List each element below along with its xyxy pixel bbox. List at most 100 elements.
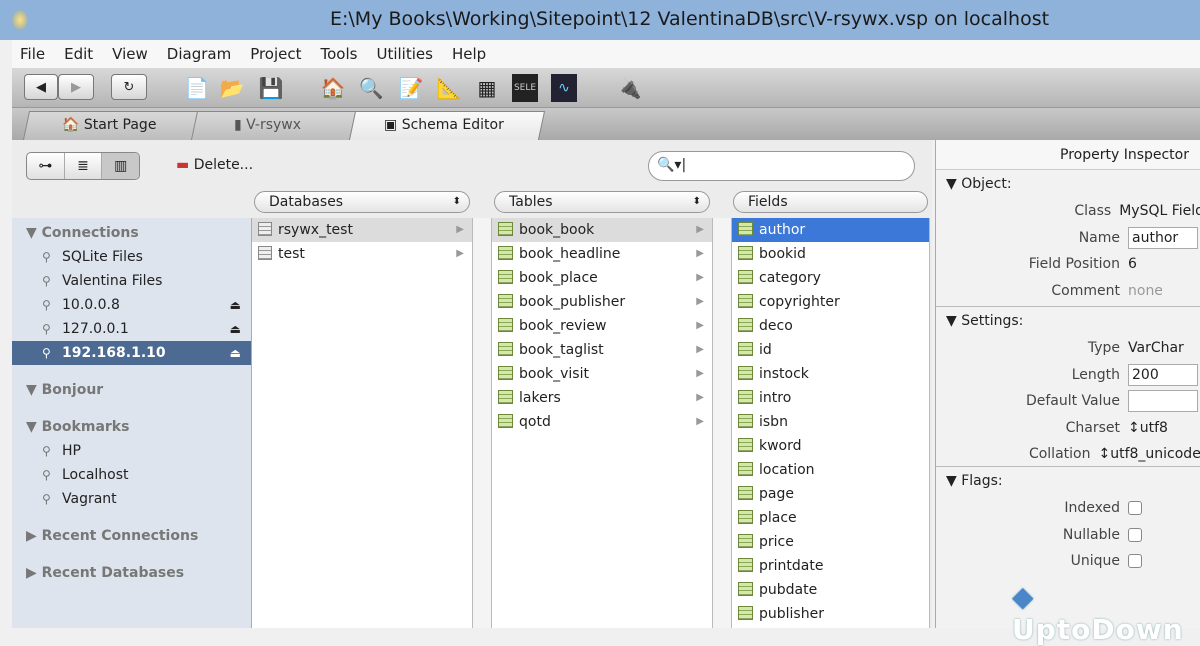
fields-item[interactable]: printdate bbox=[732, 554, 929, 578]
section-label: Settings: bbox=[961, 313, 1023, 329]
type-value[interactable]: VarChar bbox=[1128, 340, 1184, 356]
forward-button[interactable]: ▶ bbox=[58, 74, 94, 100]
menu-utilities[interactable]: Utilities bbox=[376, 45, 432, 63]
object-section-header[interactable]: ▼ Object: bbox=[936, 170, 1200, 198]
fields-item[interactable]: location bbox=[732, 458, 929, 482]
section-recent-connections[interactable]: ▶ Recent Connections bbox=[12, 524, 251, 548]
column-divider[interactable] bbox=[713, 218, 732, 628]
table-grid-icon[interactable]: ▦ bbox=[474, 74, 500, 102]
menu-diagram[interactable]: Diagram bbox=[167, 45, 231, 63]
refresh-button[interactable]: ↻ bbox=[111, 74, 147, 100]
ruler-icon[interactable]: 📐 bbox=[436, 74, 462, 102]
tables-item[interactable]: book_review▶ bbox=[492, 314, 712, 338]
tables-item[interactable]: book_book▶ bbox=[492, 218, 712, 242]
settings-section-header[interactable]: ▼ Settings: bbox=[936, 307, 1200, 335]
search-input[interactable]: 🔍▾| bbox=[648, 151, 915, 181]
name-field[interactable]: author bbox=[1128, 227, 1198, 249]
class-value: MySQL Field bbox=[1119, 203, 1200, 219]
databases-item[interactable]: test▶ bbox=[252, 242, 472, 266]
back-button[interactable]: ◀ bbox=[24, 74, 58, 100]
menu-tools[interactable]: Tools bbox=[321, 45, 358, 63]
connect-plug-icon[interactable]: 🔌 bbox=[616, 74, 642, 102]
fields-item[interactable]: price bbox=[732, 530, 929, 554]
tables-item[interactable]: book_headline▶ bbox=[492, 242, 712, 266]
fields-item[interactable]: pubdate bbox=[732, 578, 929, 602]
fields-item[interactable]: copyrighter bbox=[732, 290, 929, 314]
fields-item[interactable]: bookid bbox=[732, 242, 929, 266]
home-icon[interactable]: 🏠 bbox=[320, 74, 346, 102]
fields-item[interactable]: page bbox=[732, 482, 929, 506]
item-label: publisher bbox=[759, 606, 824, 622]
new-file-icon[interactable]: 📄 bbox=[184, 74, 210, 102]
tables-selector[interactable]: Tables⬍ bbox=[494, 191, 710, 213]
unique-checkbox[interactable] bbox=[1128, 554, 1142, 568]
monitor-icon[interactable]: ∿ bbox=[551, 74, 577, 102]
tree-view-button[interactable]: ⊶ bbox=[27, 153, 65, 179]
tables-item[interactable]: qotd▶ bbox=[492, 410, 712, 434]
menu-help[interactable]: Help bbox=[452, 45, 486, 63]
delete-button[interactable]: ▬ Delete... bbox=[176, 157, 253, 173]
item-label: price bbox=[759, 534, 794, 550]
fields-item[interactable]: publisher bbox=[732, 602, 929, 626]
eject-icon[interactable]: ⏏ bbox=[230, 293, 241, 317]
tables-item[interactable]: book_place▶ bbox=[492, 266, 712, 290]
section-bookmarks[interactable]: ▼ Bookmarks bbox=[12, 415, 251, 439]
plug-icon: ⚲ bbox=[42, 317, 58, 341]
tables-item[interactable]: book_visit▶ bbox=[492, 362, 712, 386]
field-position-value: 6 bbox=[1128, 256, 1137, 272]
toolbar: ◀ ▶ ↻ 📄 📂 💾 🏠 🔍 📝 📐 ▦ SELE ∿ 🔌 bbox=[12, 68, 1200, 108]
console-icon[interactable]: SELE bbox=[512, 74, 538, 102]
item-label: intro bbox=[759, 390, 791, 406]
fields-item[interactable]: intro bbox=[732, 386, 929, 410]
bookmark-item[interactable]: ⚲Localhost bbox=[12, 463, 251, 487]
databases-item[interactable]: rsywx_test▶ bbox=[252, 218, 472, 242]
bookmark-item[interactable]: ⚲HP bbox=[12, 439, 251, 463]
fields-item[interactable]: instock bbox=[732, 362, 929, 386]
menu-view[interactable]: View bbox=[112, 45, 148, 63]
section-bonjour[interactable]: ▼ Bonjour bbox=[12, 378, 251, 402]
fields-item[interactable]: deco bbox=[732, 314, 929, 338]
fields-item[interactable]: kword bbox=[732, 434, 929, 458]
indexed-checkbox[interactable] bbox=[1128, 501, 1142, 515]
menu-file[interactable]: File bbox=[20, 45, 45, 63]
bookmark-item[interactable]: ⚲Vagrant bbox=[12, 487, 251, 511]
sql-editor-icon[interactable]: 📝 bbox=[398, 74, 424, 102]
comment-value[interactable]: none bbox=[1128, 283, 1163, 299]
item-label: Localhost bbox=[62, 467, 129, 483]
flags-section-header[interactable]: ▼ Flags: bbox=[936, 467, 1200, 495]
fields-item[interactable]: id bbox=[732, 338, 929, 362]
tables-item[interactable]: book_taglist▶ bbox=[492, 338, 712, 362]
connection-item-selected[interactable]: ⚲192.168.1.10⏏ bbox=[12, 341, 251, 365]
fields-item[interactable]: category bbox=[732, 266, 929, 290]
default-value-field[interactable] bbox=[1128, 390, 1198, 412]
eject-icon[interactable]: ⏏ bbox=[230, 341, 241, 365]
schema-editor-icon[interactable]: 🔍 bbox=[358, 74, 384, 102]
menu-edit[interactable]: Edit bbox=[64, 45, 93, 63]
charset-select[interactable]: ↕utf8 bbox=[1128, 420, 1168, 436]
length-field[interactable]: 200 bbox=[1128, 364, 1198, 386]
collation-select[interactable]: ↕utf8_unicode_ci bbox=[1098, 446, 1200, 462]
connection-item[interactable]: ⚲Valentina Files bbox=[12, 269, 251, 293]
item-label: HP bbox=[62, 443, 81, 459]
tables-item[interactable]: lakers▶ bbox=[492, 386, 712, 410]
fields-item[interactable]: place bbox=[732, 506, 929, 530]
connection-item[interactable]: ⚲SQLite Files bbox=[12, 245, 251, 269]
connection-item[interactable]: ⚲127.0.0.1⏏ bbox=[12, 317, 251, 341]
eject-icon[interactable]: ⏏ bbox=[230, 317, 241, 341]
section-connections[interactable]: ▼ Connections bbox=[12, 221, 251, 245]
nullable-checkbox[interactable] bbox=[1128, 528, 1142, 542]
column-divider[interactable] bbox=[473, 218, 492, 628]
fields-selector[interactable]: Fields bbox=[733, 191, 928, 213]
open-folder-icon[interactable]: 📂 bbox=[219, 74, 245, 102]
section-recent-databases[interactable]: ▶ Recent Databases bbox=[12, 561, 251, 585]
databases-selector[interactable]: Databases⬍ bbox=[254, 191, 470, 213]
list-view-button[interactable]: ≣ bbox=[65, 153, 103, 179]
table-icon bbox=[738, 510, 753, 524]
fields-item[interactable]: isbn bbox=[732, 410, 929, 434]
tables-item[interactable]: book_publisher▶ bbox=[492, 290, 712, 314]
fields-item[interactable]: author bbox=[732, 218, 929, 242]
column-view-button[interactable]: ▥ bbox=[102, 153, 139, 179]
save-icon[interactable]: 💾 bbox=[258, 74, 284, 102]
connection-item[interactable]: ⚲10.0.0.8⏏ bbox=[12, 293, 251, 317]
menu-project[interactable]: Project bbox=[250, 45, 301, 63]
